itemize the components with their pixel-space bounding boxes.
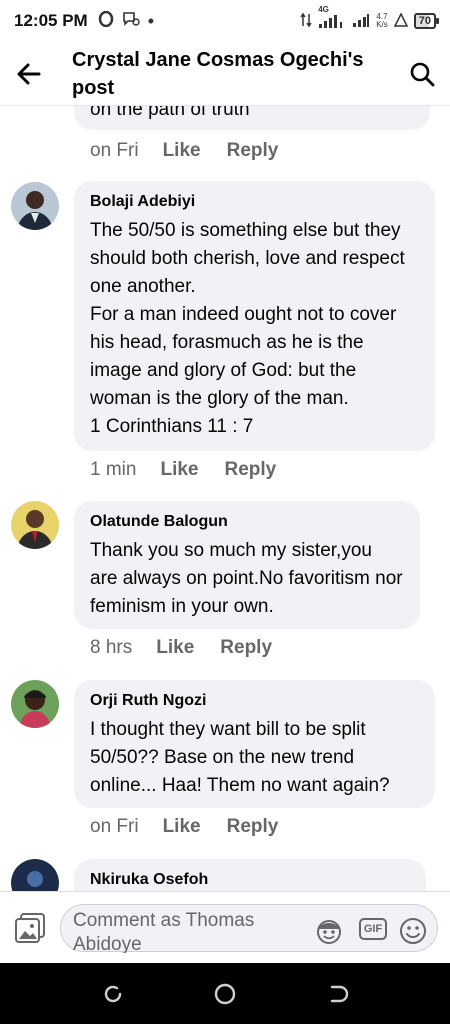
comment-time: 1 min — [90, 459, 137, 480]
comment-author[interactable]: Orji Ruth Ngozi — [90, 690, 419, 712]
comment-actions: 8 hrs Like Reply — [90, 637, 298, 659]
comment-text: on the path of truth — [90, 106, 250, 120]
comment-bubble: Olatunde Balogun Thank you so much my si… — [74, 501, 420, 629]
comment-actions: on Fri Like Reply — [90, 140, 304, 162]
home-icon[interactable] — [212, 981, 238, 1007]
signal-icon — [352, 13, 370, 30]
comment-text: The 50/50 is something else but they sho… — [90, 220, 405, 437]
avatar[interactable] — [11, 859, 59, 891]
avatar[interactable] — [11, 182, 59, 230]
comment-bubble: Bolaji Adebiyi The 50/50 is something el… — [74, 181, 435, 451]
signal-4g-icon: 4G — [318, 5, 346, 28]
comment-bubble: Orji Ruth Ngozi I thought they want bill… — [74, 680, 435, 808]
post-header: Crystal Jane Cosmas Ogechi's post — [0, 42, 450, 106]
arrow-left-icon — [17, 63, 41, 84]
network-type: 4G — [318, 5, 329, 14]
avatar[interactable] — [11, 680, 59, 728]
alarm-warning-icon — [393, 11, 408, 30]
reply-button[interactable]: Reply — [227, 140, 279, 162]
reply-button[interactable]: Reply — [225, 459, 277, 481]
search-button[interactable] — [394, 42, 450, 106]
notification-app-icon — [122, 11, 140, 32]
avatar-photo-icon — [11, 859, 59, 891]
data-transfer-icon — [300, 12, 312, 31]
recent-apps-icon[interactable] — [100, 981, 126, 1007]
opera-icon — [98, 10, 114, 32]
photo-button[interactable] — [0, 892, 60, 964]
search-icon — [410, 62, 435, 86]
photo-icon — [15, 912, 45, 943]
comment-text: I thought they want bill to be split 50/… — [90, 719, 390, 796]
gif-button[interactable]: GIF — [359, 918, 387, 940]
avatar-photo-icon — [11, 182, 59, 230]
comment-author[interactable]: Bolaji Adebiyi — [90, 191, 419, 213]
comment-author[interactable]: Olatunde Balogun — [90, 511, 404, 533]
like-button[interactable]: Like — [160, 459, 198, 481]
comment-bubble: Nkiruka Osefoh — [74, 859, 426, 891]
reply-button[interactable]: Reply — [220, 637, 272, 659]
status-time: 12:05 PM — [14, 11, 88, 30]
status-bar: 12:05 PM • 4G 4.7 K/s 70 — [0, 0, 450, 42]
avatar-sticker-icon[interactable] — [315, 917, 343, 945]
comment-composer: Comment as Thomas Abidoye GIF — [0, 891, 450, 963]
avatar-photo-icon — [11, 680, 59, 728]
system-nav-bar — [0, 963, 450, 1024]
net-speed: 4.7 K/s — [376, 12, 388, 29]
back-nav-icon[interactable] — [325, 981, 351, 1007]
comment-bubble: on the path of truth — [74, 106, 430, 130]
emoji-icon[interactable] — [399, 917, 427, 945]
page-title: Crystal Jane Cosmas Ogechi's post — [72, 48, 364, 99]
notification-dot-icon: • — [147, 10, 155, 31]
comment-placeholder: Comment as Thomas Abidoye — [73, 910, 255, 953]
comment-text: Thank you so much my sister,you are alwa… — [90, 540, 403, 617]
back-button[interactable] — [0, 42, 58, 106]
comment-time: on Fri — [90, 140, 139, 161]
avatar-photo-icon — [11, 501, 59, 549]
battery-icon: 70 — [413, 13, 440, 29]
like-button[interactable]: Like — [163, 816, 201, 838]
comment-input[interactable]: Comment as Thomas Abidoye GIF — [60, 904, 438, 953]
like-button[interactable]: Like — [156, 637, 194, 659]
comment-author[interactable]: Nkiruka Osefoh — [90, 869, 410, 891]
like-button[interactable]: Like — [163, 140, 201, 162]
comment-actions: 1 min Like Reply — [90, 459, 302, 481]
comment-time: 8 hrs — [90, 637, 133, 658]
reply-button[interactable]: Reply — [227, 816, 279, 838]
avatar[interactable] — [11, 501, 59, 549]
comment-time: on Fri — [90, 816, 139, 837]
comments-feed[interactable]: on the path of truth on Fri Like Reply B… — [0, 106, 450, 891]
comment-actions: on Fri Like Reply — [90, 816, 304, 838]
